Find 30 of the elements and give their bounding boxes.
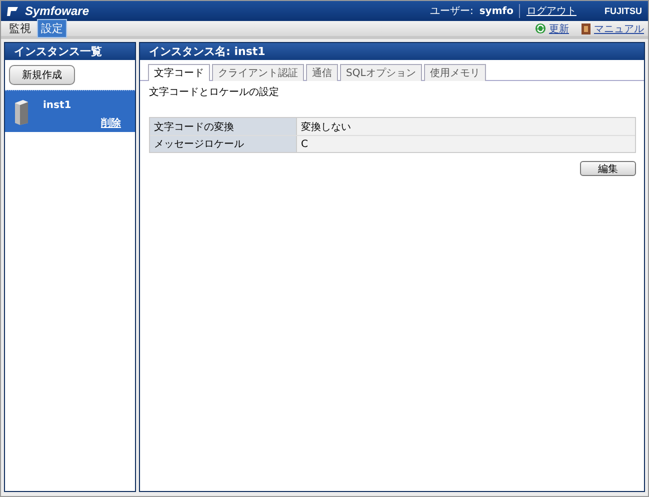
refresh-icon (535, 23, 546, 34)
user-name: symfo (479, 6, 514, 16)
logout-link[interactable]: ログアウト (519, 4, 576, 18)
brand-logo: FUJITSU (604, 6, 642, 16)
user-label: ユーザー: (430, 5, 474, 18)
value-cell: C (297, 136, 635, 152)
section-title: 文字コードとロケールの設定 (148, 86, 280, 100)
logo-icon (7, 6, 19, 16)
panel-title: インスタンス名: inst1 (140, 43, 644, 60)
instance-name: inst1 (43, 100, 72, 111)
label-cell: 文字コードの変換 (150, 118, 297, 135)
tab[interactable]: クライアント認証 (212, 64, 304, 81)
menu-tab[interactable]: 監視 (5, 19, 35, 38)
book-icon (581, 22, 591, 34)
panel-title: インスタンス一覧 (5, 43, 135, 60)
manual-link[interactable]: マニュアル (581, 22, 644, 36)
value-cell: 変換しない (297, 118, 635, 135)
tab[interactable]: 使用メモリ (424, 64, 486, 81)
app-logo: Symfoware (25, 4, 90, 18)
refresh-link[interactable]: 更新 (535, 22, 569, 36)
menu-tab[interactable]: 設定 (37, 19, 67, 38)
tab[interactable]: 文字コード (148, 64, 210, 81)
delete-link[interactable]: 削除 (101, 116, 121, 130)
label-cell: メッセージロケール (150, 136, 297, 152)
edit-button[interactable]: 編集 (580, 161, 636, 176)
instance-item[interactable]: inst1 削除 (5, 90, 135, 132)
server-icon (13, 98, 29, 124)
tab[interactable]: SQLオプション (340, 64, 422, 81)
new-button[interactable]: 新規作成 (9, 65, 75, 85)
tab[interactable]: 通信 (306, 64, 338, 81)
